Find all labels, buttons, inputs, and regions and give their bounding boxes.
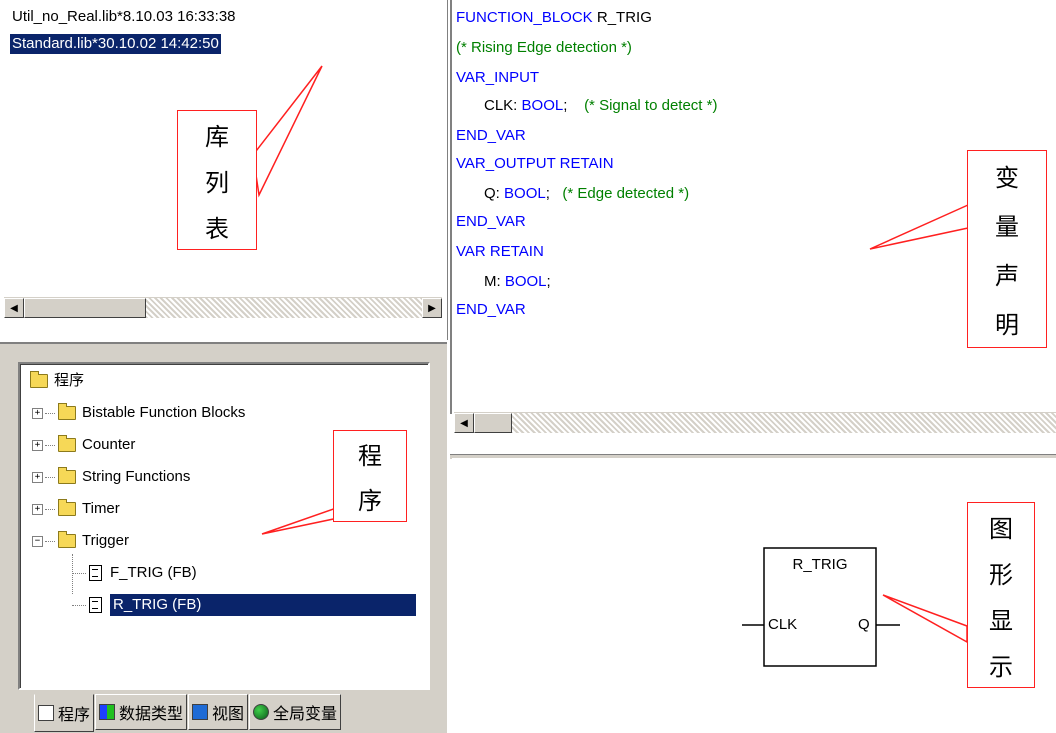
callout-char: 表 (205, 216, 229, 243)
callout-pointer-graphic (882, 594, 968, 644)
callout-char: 变 (995, 166, 1019, 192)
annotation-arrows (252, 65, 969, 644)
callout-char: 库 (205, 124, 229, 151)
callout-variable-declaration: 变 量 声 明 (967, 150, 1047, 348)
callout-char: 声 (995, 264, 1019, 290)
callout-char: 图 (989, 516, 1013, 543)
callout-char: 程 (358, 444, 382, 470)
callout-char: 形 (989, 562, 1013, 589)
callout-char: 显 (989, 608, 1013, 635)
callout-char: 明 (995, 313, 1019, 339)
callout-graphic-display: 图 形 显 示 (967, 502, 1035, 688)
callout-library-list: 库 列 表 (177, 110, 257, 250)
callout-char: 列 (205, 170, 229, 197)
callout-char: 序 (358, 489, 382, 515)
callout-program: 程 序 (333, 430, 407, 522)
callout-pointer-library (252, 65, 323, 198)
callout-char: 量 (995, 215, 1019, 241)
callout-char: 示 (989, 654, 1013, 681)
callout-pointer-declaration (869, 203, 969, 250)
